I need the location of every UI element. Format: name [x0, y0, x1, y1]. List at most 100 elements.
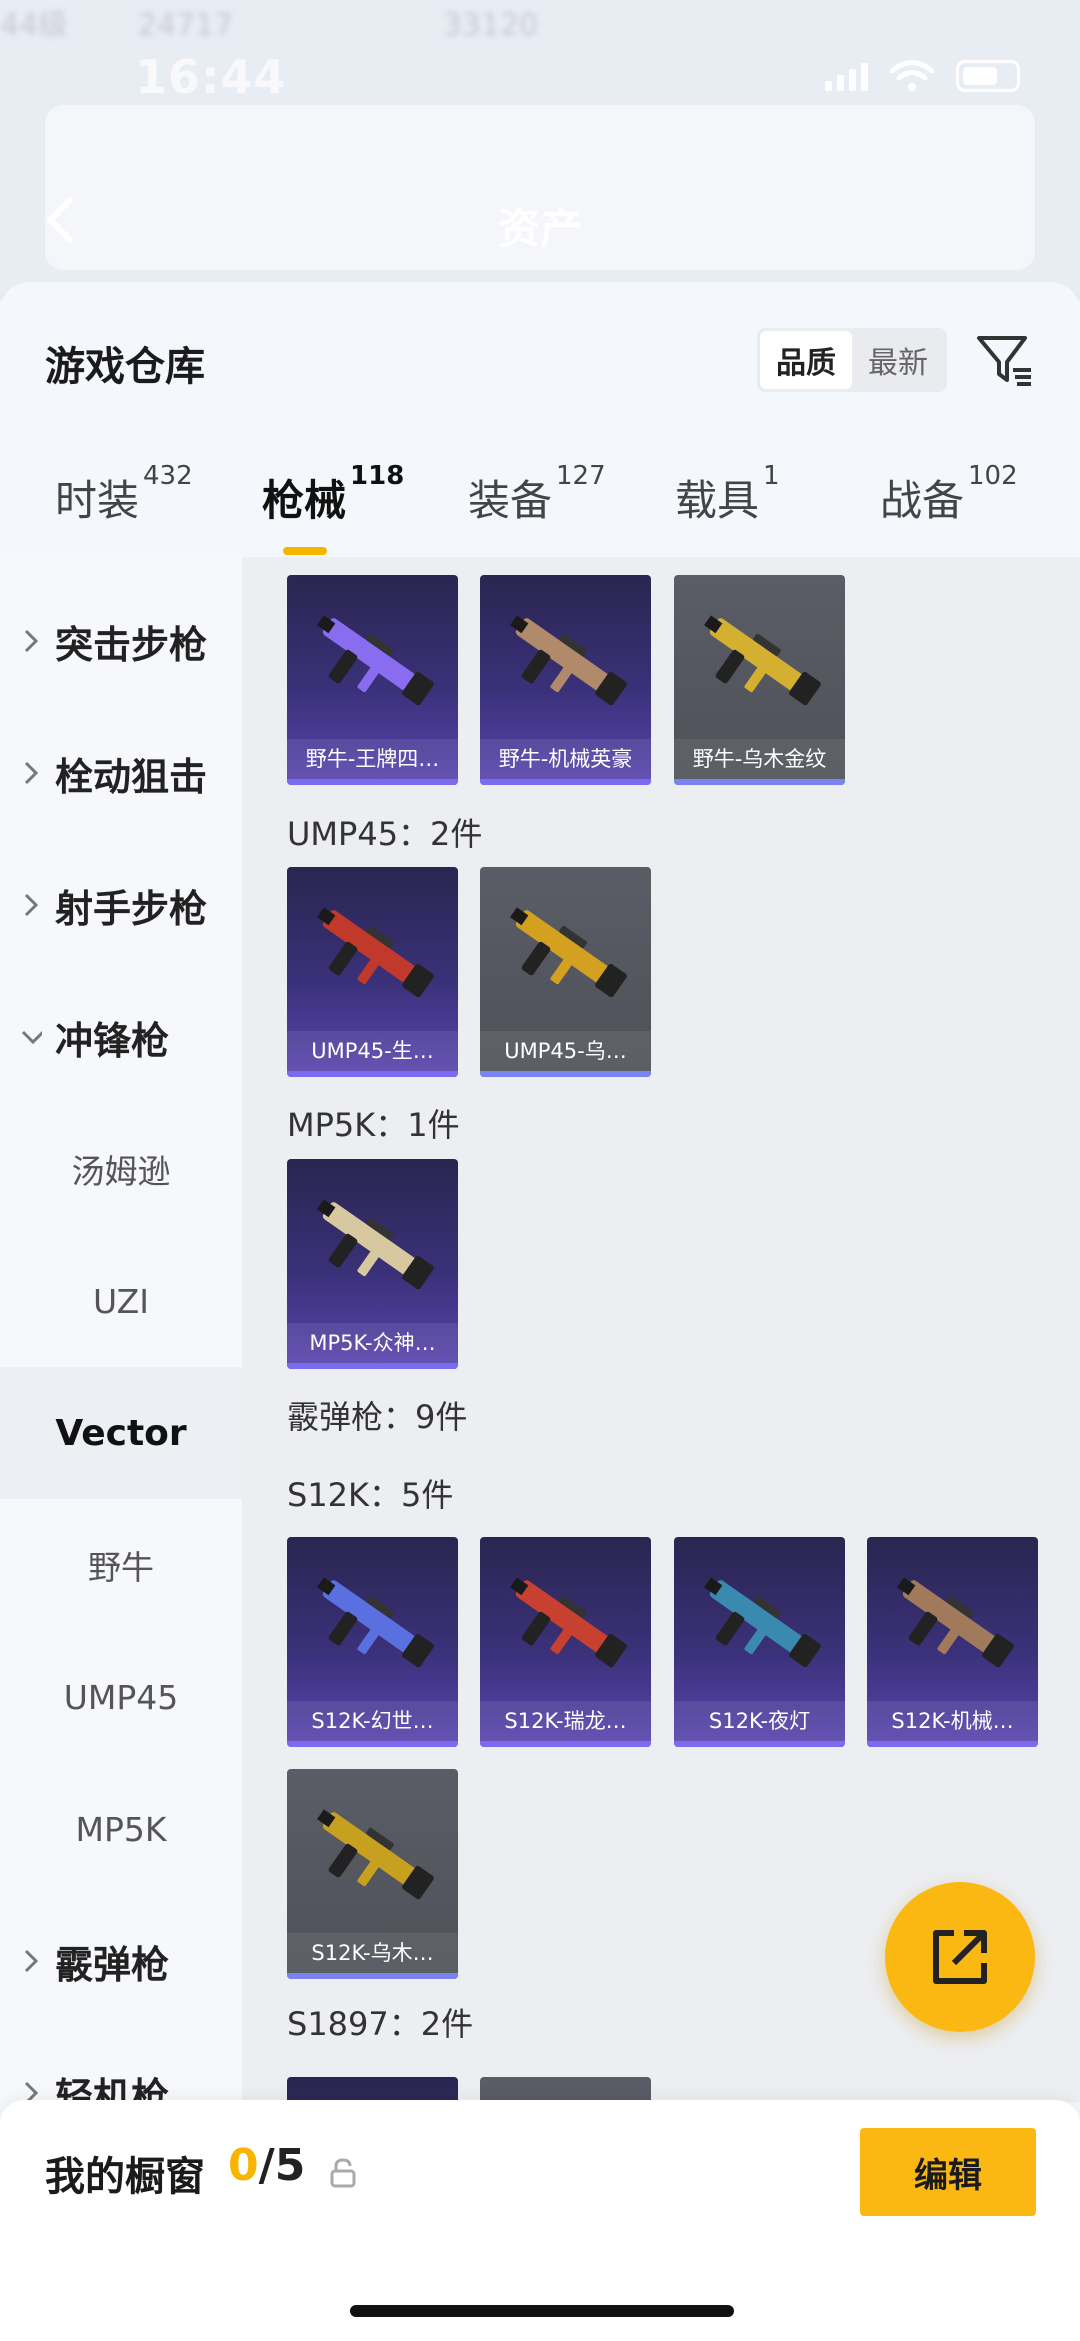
- group-label-mp5k: MP5K：1件: [287, 1106, 460, 1144]
- showcase-label: 我的橱窗: [45, 2154, 205, 2200]
- item-quality-bar: [480, 1741, 651, 1747]
- sidebar-item-ump45[interactable]: UMP45: [0, 1631, 242, 1763]
- item-name: S12K-机械…: [867, 1701, 1038, 1741]
- status-time: 16:44: [135, 50, 287, 104]
- weapon-skin-icon: [897, 1577, 1014, 1668]
- sidebar-item-label: 栓动狙击: [55, 754, 208, 799]
- sort-toggle: 品质 最新: [757, 328, 947, 392]
- item-name: 野牛-王牌四…: [287, 739, 458, 779]
- weapon-skin-icon: [317, 615, 434, 706]
- filter-icon[interactable]: [975, 332, 1035, 392]
- tab-count: 127: [556, 461, 606, 491]
- wifi-icon: [890, 60, 934, 91]
- item-card[interactable]: [287, 2077, 458, 2102]
- sort-quality-button[interactable]: 品质: [760, 331, 852, 389]
- weapon-skin-icon: [704, 1577, 821, 1668]
- item-quality-bar: [674, 1741, 845, 1747]
- sidebar-item-label: 射手步枪: [55, 886, 208, 931]
- item-card[interactable]: S12K-幻世…: [287, 1537, 458, 1747]
- sidebar-item-mp5k[interactable]: MP5K: [0, 1763, 242, 1895]
- sidebar-item-shotgun[interactable]: 霰弹枪: [0, 1895, 242, 2027]
- tab-label: 载具: [675, 476, 760, 525]
- tab-count: 1: [763, 461, 780, 491]
- home-indicator: [350, 2305, 734, 2317]
- tab-label: 装备: [468, 476, 553, 525]
- item-card[interactable]: S12K-瑞龙…: [480, 1537, 651, 1747]
- background-stat: 24717: [137, 8, 234, 43]
- weapon-skin-icon: [317, 1577, 434, 1668]
- weapon-skin-icon: [510, 1577, 627, 1668]
- item-card[interactable]: S12K-机械…: [867, 1537, 1038, 1747]
- item-card[interactable]: UMP45-生…: [287, 867, 458, 1077]
- sidebar-item-dmr[interactable]: 射手步枪: [0, 839, 242, 971]
- sidebar-item-uzi[interactable]: UZI: [0, 1235, 242, 1367]
- item-name: MP5K-众神…: [287, 1323, 458, 1363]
- tab-vehicles[interactable]: 载具 1: [675, 461, 780, 528]
- chevron-right-icon: [24, 1949, 39, 1973]
- tab-count: 432: [143, 461, 193, 491]
- item-name: S12K-夜灯: [674, 1701, 845, 1741]
- background-stat: 44级: [0, 8, 69, 43]
- tab-label: 战备: [880, 476, 965, 525]
- active-tab-indicator: [283, 547, 327, 555]
- weapon-skin-icon: [317, 907, 434, 998]
- item-quality-bar: [287, 1071, 458, 1077]
- chevron-right-icon: [24, 893, 39, 917]
- item-name: S12K-瑞龙…: [480, 1701, 651, 1741]
- tab-firearms[interactable]: 枪械 118: [262, 461, 404, 528]
- edit-button[interactable]: 编辑: [860, 2128, 1036, 2216]
- tab-count: 102: [968, 461, 1018, 491]
- item-quality-bar: [867, 1741, 1038, 1747]
- sidebar-item-lmg[interactable]: 轻机枪: [0, 2027, 242, 2102]
- weapon-skin-icon: [704, 615, 821, 706]
- tab-fashion[interactable]: 时装 432: [55, 461, 193, 528]
- tab-supplies[interactable]: 战备 102: [880, 461, 1018, 528]
- item-card[interactable]: 野牛-王牌四…: [287, 575, 458, 785]
- sheet-title: 游戏仓库: [45, 344, 205, 390]
- sidebar-item-bizon[interactable]: 野牛: [0, 1499, 242, 1631]
- item-name: S12K-幻世…: [287, 1701, 458, 1741]
- share-button[interactable]: [885, 1882, 1035, 2032]
- sidebar-item-smg[interactable]: 冲锋枪: [0, 971, 242, 1103]
- item-card[interactable]: MP5K-众神…: [287, 1159, 458, 1369]
- item-quality-bar: [480, 779, 651, 785]
- item-name: 野牛-机械英豪: [480, 739, 651, 779]
- lock-icon: [330, 2158, 356, 2188]
- sidebar-item-label: 轻机枪: [55, 2074, 170, 2103]
- tab-label: 时装: [55, 476, 140, 525]
- sidebar-item-bolt-sniper[interactable]: 栓动狙击: [0, 707, 242, 839]
- sidebar-item-vector[interactable]: Vector: [0, 1367, 242, 1499]
- showcase-total: /5: [258, 2140, 306, 2191]
- sidebar-item-thompson[interactable]: 汤姆逊: [0, 1103, 242, 1235]
- sidebar-item-label: 冲锋枪: [55, 1018, 170, 1063]
- sheet-header: 游戏仓库 品质 最新 时装 432 枪械 118 装备 127 载具 1 战备 102: [0, 282, 1080, 557]
- tab-label: 枪械: [262, 476, 347, 525]
- item-card[interactable]: [480, 2077, 651, 2102]
- item-card[interactable]: S12K-乌木…: [287, 1769, 458, 1979]
- item-quality-bar: [287, 779, 458, 785]
- chevron-right-icon: [24, 2081, 39, 2102]
- item-card[interactable]: 野牛-乌木金纹: [674, 575, 845, 785]
- item-quality-bar: [287, 1741, 458, 1747]
- group-label-s12k: S12K：5件: [287, 1476, 454, 1514]
- status-icons: [825, 60, 1020, 92]
- group-label-s1897: S1897：2件: [287, 2005, 474, 2043]
- warehouse-sheet: 游戏仓库 品质 最新 时装 432 枪械 118 装备 127 载具 1 战备 102 突…: [0, 282, 1080, 2341]
- chevron-right-icon: [24, 761, 39, 785]
- tab-equipment[interactable]: 装备 127: [468, 461, 606, 528]
- item-card[interactable]: 野牛-机械英豪: [480, 575, 651, 785]
- weapon-category-sidebar: 突击步枪 栓动狙击 射手步枪 冲锋枪 汤姆逊 UZI Vector 野牛 UMP…: [0, 557, 242, 2102]
- sidebar-item-assault-rifle[interactable]: 突击步枪: [0, 575, 242, 707]
- background-stat: 33120: [442, 8, 539, 43]
- weapon-skin-icon: [510, 907, 627, 998]
- item-name: UMP45-乌…: [480, 1031, 651, 1071]
- item-grid: UMP45：2件 MP5K：1件 霰弹枪：9件 S12K：5件 S1897：2件…: [242, 557, 1080, 2102]
- chevron-down-icon: [21, 1030, 42, 1045]
- item-name: 野牛-乌木金纹: [674, 739, 845, 779]
- item-card[interactable]: S12K-夜灯: [674, 1537, 845, 1747]
- item-card[interactable]: UMP45-乌…: [480, 867, 651, 1077]
- battery-icon: [956, 60, 1020, 92]
- sort-latest-button[interactable]: 最新: [852, 331, 944, 389]
- item-name: UMP45-生…: [287, 1031, 458, 1071]
- sidebar-item-label: 霰弹枪: [55, 1942, 170, 1987]
